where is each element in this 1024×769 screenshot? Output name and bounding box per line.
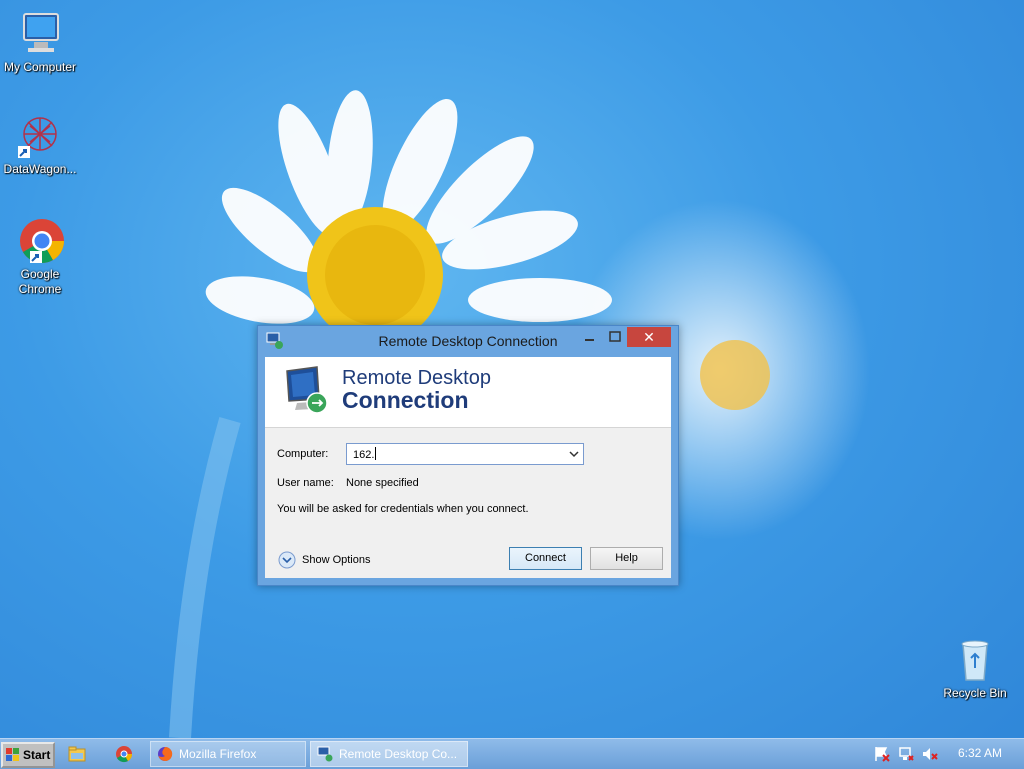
connect-button[interactable]: Connect (509, 547, 582, 570)
username-label: User name: (277, 477, 334, 489)
computer-icon (16, 10, 64, 58)
desktop-icon-my-computer[interactable]: My Computer (0, 10, 80, 75)
chrome-icon[interactable] (115, 745, 133, 763)
windows-logo-icon (6, 748, 19, 761)
remote-desktop-icon (317, 746, 333, 762)
close-button[interactable]: ✕ (627, 327, 671, 347)
remote-desktop-monitor-icon (286, 366, 328, 414)
username-value: None specified (346, 477, 419, 489)
computer-input-value: 162. (353, 449, 375, 461)
network-icon[interactable] (898, 746, 914, 762)
expand-circle-icon (278, 551, 296, 569)
remote-desktop-dialog: Remote Desktop Connection ✕ Remote Deskt… (257, 325, 679, 586)
maximize-icon (609, 331, 621, 342)
datawagon-icon (16, 112, 64, 160)
taskbar-item-label: Mozilla Firefox (179, 747, 257, 761)
taskbar-item-firefox[interactable]: Mozilla Firefox (150, 741, 306, 767)
desktop-icon-google-chrome[interactable]: Google Chrome (0, 217, 80, 297)
desktop-icon-recycle-bin[interactable]: Recycle Bin (935, 636, 1015, 701)
banner-title-line2: Connection (342, 387, 469, 413)
start-label: Start (23, 748, 51, 762)
computer-combobox[interactable]: 162. (346, 443, 584, 465)
chrome-icon (16, 217, 64, 265)
action-center-flag-icon[interactable] (874, 746, 890, 762)
text-caret (375, 447, 377, 460)
desktop-icon-label: My Computer (3, 60, 77, 74)
minimize-button[interactable] (576, 327, 602, 347)
desktop-icon-label-line2: Chrome (18, 282, 62, 296)
taskbar-item-label: Remote Desktop Co... (339, 747, 458, 761)
dialog-banner: Remote Desktop Connection (265, 357, 671, 428)
show-options-label: Show Options (302, 554, 371, 566)
title-bar[interactable]: Remote Desktop Connection ✕ (258, 326, 678, 356)
desktop-icon-datawagon[interactable]: DataWagon... (0, 112, 80, 177)
computer-label: Computer: (277, 448, 329, 460)
maximize-button[interactable] (602, 327, 628, 347)
recycle-bin-icon (951, 636, 999, 684)
credentials-note: You will be asked for credentials when y… (277, 503, 529, 515)
firefox-icon (158, 746, 173, 761)
desktop-icon-label: DataWagon... (3, 162, 77, 176)
desktop-icon-label: Recycle Bin (943, 686, 1007, 700)
chevron-down-icon[interactable] (569, 449, 579, 459)
close-icon: ✕ (643, 329, 655, 345)
dialog-body: Remote Desktop Connection Computer: 162.… (265, 357, 671, 578)
show-options-toggle[interactable]: Show Options (278, 551, 388, 569)
minimize-icon (585, 339, 594, 341)
taskbar-clock[interactable]: 6:32 AM (958, 746, 1002, 760)
file-explorer-icon[interactable] (68, 745, 86, 763)
desktop-icon-label-line1: Google (20, 267, 60, 281)
volume-muted-icon[interactable] (922, 746, 938, 762)
taskbar-item-remote-desktop[interactable]: Remote Desktop Co... (310, 741, 468, 767)
help-button[interactable]: Help (590, 547, 663, 570)
start-button[interactable]: Start (1, 742, 55, 768)
taskbar: Start Mozilla Firefox Remote Desktop Co.… (0, 738, 1024, 769)
